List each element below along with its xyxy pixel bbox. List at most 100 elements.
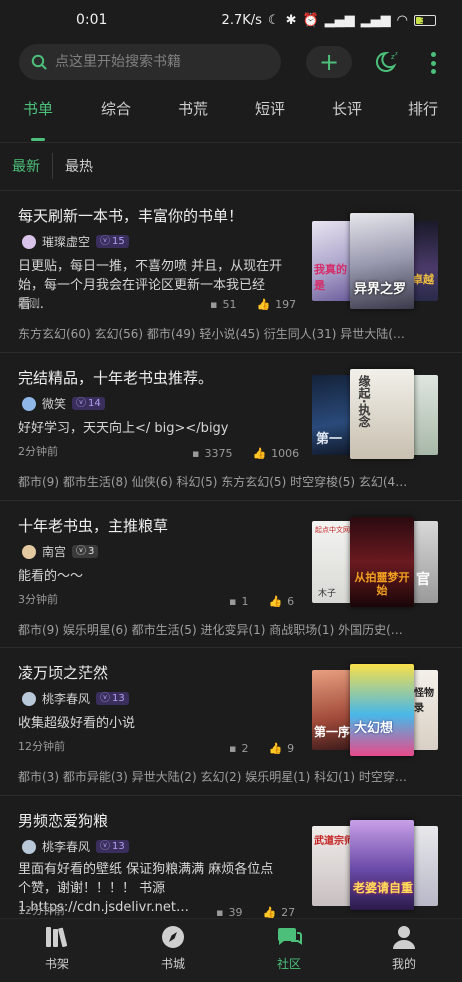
book-cover[interactable]: 异界之罗 xyxy=(350,213,414,309)
book-covers: 第一 缘起·执念 xyxy=(310,369,438,459)
top-bar: + zz xyxy=(0,44,462,82)
card-time: 12分钟前 xyxy=(18,740,65,753)
author-name: 璀璨虚空 xyxy=(42,235,91,249)
category-tabs: 书单 综合 书荒 短评 长评 排行 xyxy=(0,98,462,141)
search-input[interactable] xyxy=(55,54,265,70)
book-cover[interactable] xyxy=(412,375,438,455)
signal-icon-2: ▂▄▆ xyxy=(360,12,391,28)
avatar xyxy=(22,544,36,559)
cover-text: 起点中文网 xyxy=(315,526,350,534)
level-badge: ⓥ 13 xyxy=(96,840,129,853)
bluetooth-icon: ✱ xyxy=(285,12,297,28)
booklist-card[interactable]: 完结精品，十年老书虫推荐。 微笑 ⓥ 14 好好学习，天天向上</ big></b… xyxy=(0,352,462,499)
cover-text: 大幻想 xyxy=(354,721,394,736)
moon-status-icon: ☾ xyxy=(267,12,280,28)
cover-text: 缘起·执念 xyxy=(357,375,371,428)
comment-count: 2 xyxy=(241,742,249,755)
book-covers: 我真的是 卓越 异界之罗 xyxy=(310,213,438,309)
cover-text: 异界之罗 xyxy=(354,282,407,297)
tab-short-review[interactable]: 短评 xyxy=(240,98,300,119)
comment-icon: ▪ xyxy=(229,742,237,755)
card-stats: ▪ 3375 👍 1006 xyxy=(192,447,299,460)
tab-long-review[interactable]: 长评 xyxy=(317,98,377,119)
level-badge: ⓥ 15 xyxy=(96,235,129,248)
level-icon: ⓥ xyxy=(76,398,87,409)
level-badge: ⓥ 13 xyxy=(96,692,129,705)
booklist-card[interactable]: 凌万顷之茫然 桃李春风 ⓥ 13 收集超级好看的小说 12分钟前 ▪ 2 👍 9 都市… xyxy=(0,647,462,794)
card-tags: 都市(3) 都市异能(3) 异世大陆(2) 玄幻(2) 娱乐明星(1) 科幻(1… xyxy=(18,770,410,784)
status-icons: 2.7K/s ☾ ✱ ⏰ ▂▄▆ ▂▄▆ ◠ 34 xyxy=(222,13,436,28)
alarm-icon: ⏰ xyxy=(302,12,319,28)
card-author: 微笑 ⓥ 14 xyxy=(22,395,105,412)
comment-icon: ▪ xyxy=(229,595,237,608)
cover-text: 官 xyxy=(416,572,430,588)
tab-booklist[interactable]: 书单 xyxy=(8,98,68,119)
book-covers: 第一序 怪物录 大幻想 xyxy=(310,664,438,756)
night-mode-icon[interactable]: zz xyxy=(374,48,402,76)
card-author: 桃李春风 ⓥ 13 xyxy=(22,690,129,707)
book-cover[interactable]: 官 xyxy=(412,521,438,603)
like-icon: 👍 xyxy=(256,298,271,311)
level-badge: ⓥ 14 xyxy=(72,397,105,410)
battery-icon: 34 xyxy=(414,14,436,26)
card-author: 南宫 ⓥ 3 xyxy=(22,543,99,560)
nav-profile[interactable]: 我的 xyxy=(369,925,439,972)
level-value: 13 xyxy=(112,841,125,852)
plus-icon: + xyxy=(318,48,340,76)
cover-text: 从拍噩梦开始 xyxy=(354,571,410,597)
comment-icon: ▪ xyxy=(192,447,200,460)
comment-count: 51 xyxy=(222,298,237,311)
avatar xyxy=(22,839,36,854)
booklist-card[interactable]: 十年老书虫，主推粮草 南宫 ⓥ 3 能看的～～ 3分钟前 ▪ 1 👍 6 都市(9) … xyxy=(0,500,462,647)
card-description: 能看的～～ xyxy=(18,569,84,584)
search-icon xyxy=(31,54,47,70)
book-cover[interactable]: 老婆请自重 xyxy=(350,820,414,910)
cover-text: 第一 xyxy=(316,432,343,447)
like-count: 9 xyxy=(287,742,295,755)
like-icon: 👍 xyxy=(268,595,283,608)
sort-separator xyxy=(52,153,53,179)
book-cover[interactable]: 从拍噩梦开始 xyxy=(350,517,414,607)
level-value: 13 xyxy=(112,693,125,704)
book-covers: 起点中文网 木子 官 从拍噩梦开始 xyxy=(310,517,438,607)
nav-label: 书架 xyxy=(44,957,69,971)
card-description: 收集超级好看的小说 xyxy=(18,716,136,731)
like-count: 197 xyxy=(275,298,297,311)
author-name: 桃李春风 xyxy=(42,840,91,854)
status-bar: 0:01 2.7K/s ☾ ✱ ⏰ ▂▄▆ ▂▄▆ ◠ 34 xyxy=(0,0,462,40)
book-cover[interactable]: 怪物录 xyxy=(412,670,438,750)
signal-icon: ▂▄▆ xyxy=(324,12,355,28)
book-cover[interactable]: 大幻想 xyxy=(350,664,414,756)
bookshelf-icon xyxy=(46,927,68,947)
level-icon: ⓥ xyxy=(100,693,111,704)
nav-bookshelf[interactable]: 书架 xyxy=(22,925,92,972)
tab-general[interactable]: 综合 xyxy=(86,98,146,119)
add-button[interactable]: + xyxy=(306,46,352,78)
sort-hottest[interactable]: 最热 xyxy=(65,156,93,176)
status-time: 0:01 xyxy=(76,12,108,28)
booklist-card[interactable]: 每天刷新一本书，丰富你的书单！ 璀璨虚空 ⓥ 15 日更贴，每日一推，不喜勿喷 并… xyxy=(0,190,462,341)
cover-text: 第一序 xyxy=(314,725,351,739)
tab-ranking[interactable]: 排行 xyxy=(393,98,453,119)
chat-icon xyxy=(277,928,302,945)
card-stats: ▪ 51 👍 197 xyxy=(210,298,296,311)
compass-icon xyxy=(162,926,184,948)
book-cover[interactable]: 缘起·执念 xyxy=(350,369,414,459)
book-cover[interactable] xyxy=(412,826,438,906)
nav-community[interactable]: 社区 xyxy=(254,925,324,972)
tab-book-shortage[interactable]: 书荒 xyxy=(163,98,223,119)
card-time: 12分钟前 xyxy=(18,904,65,917)
author-name: 桃李春风 xyxy=(42,692,91,706)
search-box[interactable] xyxy=(19,44,281,80)
level-value: 3 xyxy=(88,546,95,557)
like-icon: 👍 xyxy=(268,742,283,755)
more-menu-icon[interactable] xyxy=(424,50,442,76)
sort-latest[interactable]: 最新 xyxy=(12,156,40,176)
comment-count: 3375 xyxy=(204,447,233,460)
like-icon: 👍 xyxy=(252,447,267,460)
nav-bookstore[interactable]: 书城 xyxy=(138,925,208,972)
nav-label: 书城 xyxy=(160,957,185,971)
card-title: 男频恋爱狗粮 xyxy=(18,812,109,830)
author-name: 南宫 xyxy=(42,545,67,559)
card-time: 刚刚 xyxy=(18,297,40,310)
